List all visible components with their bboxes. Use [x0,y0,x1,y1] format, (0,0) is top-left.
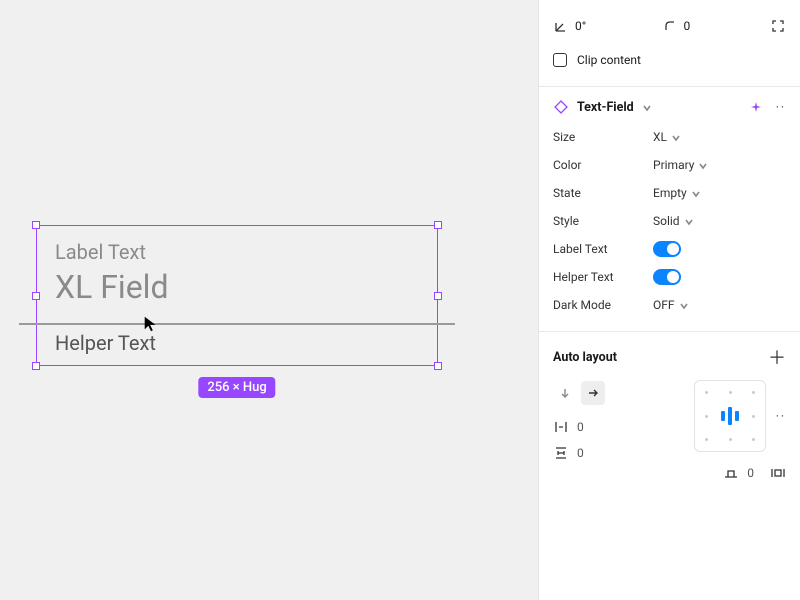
padding-field[interactable]: 0 [723,465,754,481]
expand-corners-icon[interactable] [770,18,786,34]
direction-vertical-button[interactable] [553,381,577,405]
clip-content-label: Clip content [577,53,641,67]
prop-helper-text-label: Helper Text [553,270,643,284]
corner-radius-value: 0 [684,19,691,33]
prop-dark-mode-value[interactable]: OFF [653,298,786,312]
gap-vertical-icon [553,419,569,435]
prop-dark-mode-label: Dark Mode [553,298,643,312]
padding-sides-icon[interactable] [770,465,786,481]
autolayout-title: Auto layout [553,350,617,365]
inspector-panel: 0° 0 Clip content Text-Field [538,0,800,600]
prop-style-value[interactable]: Solid [653,214,786,228]
padding-icon [723,465,739,481]
resize-handle-ml[interactable] [32,292,40,300]
padding-value: 0 [747,466,754,480]
field-value: XL Field [55,270,419,305]
sparkle-icon[interactable] [748,99,764,115]
prop-size-label: Size [553,130,643,144]
selection-size-badge: 256 × Hug [198,377,275,398]
corner-radius-field[interactable]: 0 [662,18,751,34]
prop-label-text-label: Label Text [553,242,643,256]
alignment-grid[interactable] [694,380,766,452]
rotation-field[interactable]: 0° [553,18,642,34]
gap-horizontal-value: 0 [577,446,584,460]
clip-content-row[interactable]: Clip content [553,46,786,74]
chevron-down-icon [691,188,701,198]
prop-label-text-toggle[interactable] [653,241,681,257]
component-icon [553,99,569,115]
autolayout-section: Auto layout ＋ [539,332,800,498]
component-section: Text-Field ·· Size XL Color Primary [539,87,800,332]
chevron-down-icon [679,300,689,310]
gap-vertical-field[interactable]: 0 [553,414,680,440]
resize-handle-tr[interactable] [434,221,442,229]
add-autolayout-icon[interactable]: ＋ [768,344,786,370]
direction-horizontal-button[interactable] [581,381,605,405]
design-canvas[interactable]: Label Text XL Field Helper Text 256 × Hu… [0,0,538,600]
autolayout-more-icon[interactable]: ·· [776,409,786,423]
transform-section: 0° 0 Clip content [539,0,800,87]
field-label: Label Text [55,240,419,264]
chevron-down-icon [698,160,708,170]
prop-size-value[interactable]: XL [653,130,786,144]
resize-handle-mr[interactable] [434,292,442,300]
text-field-component[interactable]: Label Text XL Field [37,226,437,323]
chevron-down-icon [684,216,694,226]
prop-color-label: Color [553,158,643,172]
resize-handle-bl[interactable] [32,362,40,370]
gap-horizontal-field[interactable]: 0 [553,440,680,466]
prop-state-value[interactable]: Empty [653,186,786,200]
clip-content-checkbox[interactable] [553,53,567,67]
gap-horizontal-icon [553,445,569,461]
prop-style-label: Style [553,214,643,228]
rotation-value: 0° [575,19,586,33]
resize-handle-br[interactable] [434,362,442,370]
angle-icon [553,18,569,34]
field-helper: Helper Text [55,331,419,355]
resize-handle-tl[interactable] [32,221,40,229]
component-name[interactable]: Text-Field [577,100,634,115]
chevron-down-icon [671,132,681,142]
prop-color-value[interactable]: Primary [653,158,786,172]
chevron-down-icon[interactable] [642,102,652,112]
corner-radius-icon [662,18,678,34]
more-icon[interactable]: ·· [776,100,786,114]
prop-helper-text-toggle[interactable] [653,269,681,285]
gap-vertical-value: 0 [577,420,584,434]
alignment-center-icon [721,407,739,425]
selection-frame[interactable]: Label Text XL Field Helper Text 256 × Hu… [36,225,438,366]
prop-state-label: State [553,186,643,200]
